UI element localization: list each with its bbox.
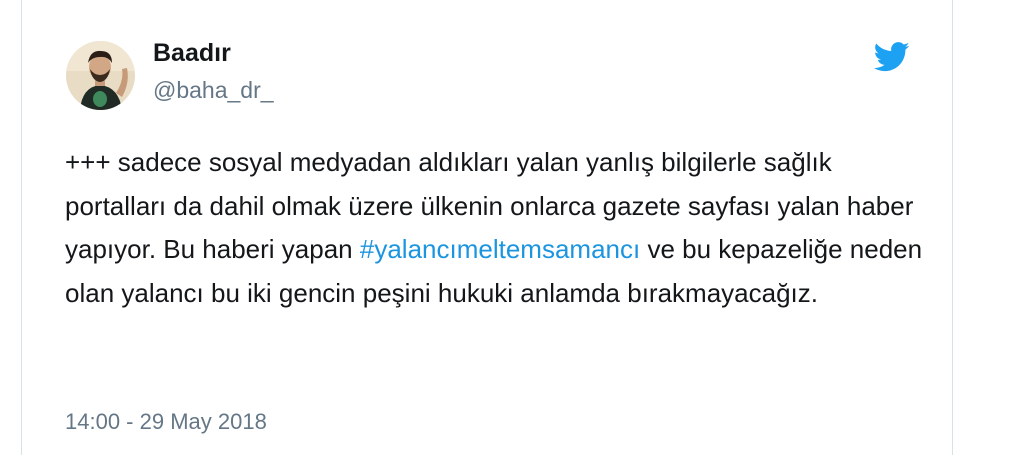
- hashtag-link[interactable]: #yalancımeltemsamancı: [360, 234, 640, 264]
- twitter-bird-icon[interactable]: [873, 42, 910, 72]
- tweet-timestamp[interactable]: 14:00 - 29 May 2018: [65, 408, 267, 436]
- user-handle[interactable]: @baha_dr_: [153, 76, 274, 104]
- user-avatar[interactable]: [66, 41, 135, 110]
- tweet-card: Baadır @baha_dr_ +++ sadece sosyal medya…: [21, 0, 953, 455]
- avatar-image: [66, 41, 135, 110]
- user-display-name[interactable]: Baadır: [153, 38, 231, 68]
- tweet-text: +++ sadece sosyal medyadan aldıkları yal…: [65, 141, 925, 315]
